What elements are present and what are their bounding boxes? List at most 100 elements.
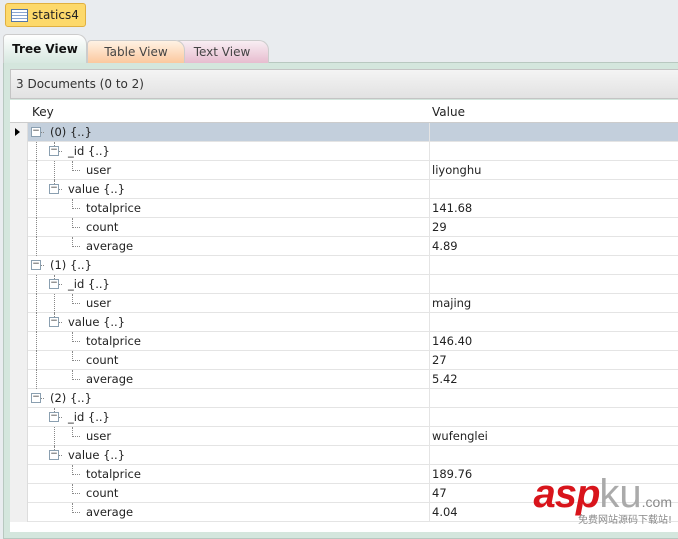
key-cell[interactable]: average [28,370,430,389]
key-cell[interactable]: average [28,503,430,521]
tree-row[interactable]: − _id {..} [10,408,678,427]
key-cell[interactable]: − _id {..} [28,142,430,161]
tree-row[interactable]: count 27 [10,351,678,370]
row-header[interactable] [10,446,28,465]
status-bar: 3 Documents (0 to 2) [10,69,678,99]
key-cell[interactable]: − value {..} [28,446,430,464]
tree-row[interactable]: − (0) {..} [10,123,678,142]
collapse-toggle-icon[interactable]: − [49,279,59,289]
tree-row[interactable]: − (1) {..} [10,256,678,275]
row-header[interactable] [10,408,28,427]
key-cell[interactable]: count [28,218,430,237]
tree-row[interactable]: user liyonghu [10,161,678,180]
value-cell[interactable] [430,256,678,274]
document-tab[interactable]: statics4 [5,3,86,27]
row-header[interactable] [10,332,28,351]
row-header[interactable] [10,161,28,180]
key-cell[interactable]: average [28,237,430,256]
key-cell[interactable]: count [28,484,430,502]
row-header[interactable] [10,427,28,446]
tree-row[interactable]: − (2) {..} [10,389,678,408]
row-header[interactable] [10,199,28,218]
value-cell[interactable] [430,389,678,407]
tree-row[interactable]: average 4.89 [10,237,678,256]
tree-row[interactable]: average 5.42 [10,370,678,389]
collapse-toggle-icon[interactable]: − [49,412,59,422]
key-label: user [86,163,112,177]
collapse-toggle-icon[interactable]: − [49,146,59,156]
key-cell[interactable]: − value {..} [28,313,430,332]
tab-text-view[interactable]: Text View [175,40,269,63]
row-header[interactable] [10,313,28,332]
value-cell[interactable] [430,313,678,331]
value-cell[interactable] [430,446,678,464]
tree-line [54,294,55,313]
key-cell[interactable]: user [28,427,430,446]
collapse-toggle-icon[interactable]: − [49,184,59,194]
tree-row[interactable]: count 29 [10,218,678,237]
value-cell[interactable]: 5.42 [430,370,678,388]
collapse-toggle-icon[interactable]: − [31,260,41,270]
key-cell[interactable]: user [28,294,430,313]
key-cell[interactable]: totalprice [28,465,430,483]
row-header[interactable] [10,484,28,503]
tree-row[interactable]: − value {..} [10,446,678,465]
row-header[interactable] [10,218,28,237]
row-header[interactable] [10,294,28,313]
tree-row[interactable]: user wufenglei [10,427,678,446]
key-cell[interactable]: count [28,351,430,370]
row-header[interactable] [10,275,28,294]
row-header[interactable] [10,370,28,389]
key-column-header[interactable]: Key [32,105,54,119]
value-cell[interactable] [430,142,678,160]
value-cell[interactable]: 141.68 [430,199,678,217]
tab-table-view[interactable]: Table View [87,40,185,63]
row-header[interactable] [10,180,28,199]
tree-row[interactable]: − _id {..} [10,142,678,161]
row-header[interactable] [10,389,28,408]
tree-row[interactable]: − value {..} [10,313,678,332]
row-header[interactable] [10,465,28,484]
value-cell[interactable]: majing [430,294,678,312]
row-header[interactable] [10,142,28,161]
tree-row[interactable]: totalprice 146.40 [10,332,678,351]
value-cell[interactable] [430,275,678,293]
key-cell[interactable]: totalprice [28,332,430,351]
collapse-toggle-icon[interactable]: − [49,450,59,460]
row-header[interactable] [10,351,28,370]
key-cell[interactable]: − _id {..} [28,408,430,426]
key-cell[interactable]: − (2) {..} [28,389,430,407]
key-cell[interactable]: totalprice [28,199,430,218]
tree-line [72,512,80,513]
tab-tree-view[interactable]: Tree View [3,34,87,63]
tree-row[interactable]: user majing [10,294,678,313]
value-cell[interactable]: 146.40 [430,332,678,350]
value-cell[interactable] [430,180,678,198]
row-header[interactable] [10,503,28,522]
tree-row[interactable]: − _id {..} [10,275,678,294]
row-header[interactable] [10,237,28,256]
collapse-toggle-icon[interactable]: − [31,393,41,403]
value-cell[interactable]: 27 [430,351,678,369]
value-cell[interactable] [430,123,678,141]
key-cell[interactable]: − _id {..} [28,275,430,294]
value-cell[interactable]: wufenglei [430,427,678,445]
value-cell[interactable]: 4.89 [430,237,678,255]
collapse-toggle-icon[interactable]: − [49,317,59,327]
collapse-toggle-icon[interactable]: − [31,127,41,137]
value-column-header[interactable]: Value [432,105,465,119]
row-header[interactable] [10,256,28,275]
tree-line [36,332,37,351]
value-cell[interactable] [430,408,678,426]
key-cell[interactable]: user [28,161,430,180]
key-cell[interactable]: − (1) {..} [28,256,430,274]
value-cell[interactable]: 29 [430,218,678,236]
key-cell[interactable]: − value {..} [28,180,430,199]
key-cell[interactable]: − (0) {..} [28,123,430,141]
tree-row[interactable]: totalprice 141.68 [10,199,678,218]
tree-grid[interactable]: Key Value − (0) {..} − _id {..} user liyonghu… [10,100,678,532]
tree-row[interactable]: − value {..} [10,180,678,199]
row-header[interactable] [10,123,28,142]
value-cell[interactable]: liyonghu [430,161,678,179]
current-row-arrow-icon [15,128,20,136]
